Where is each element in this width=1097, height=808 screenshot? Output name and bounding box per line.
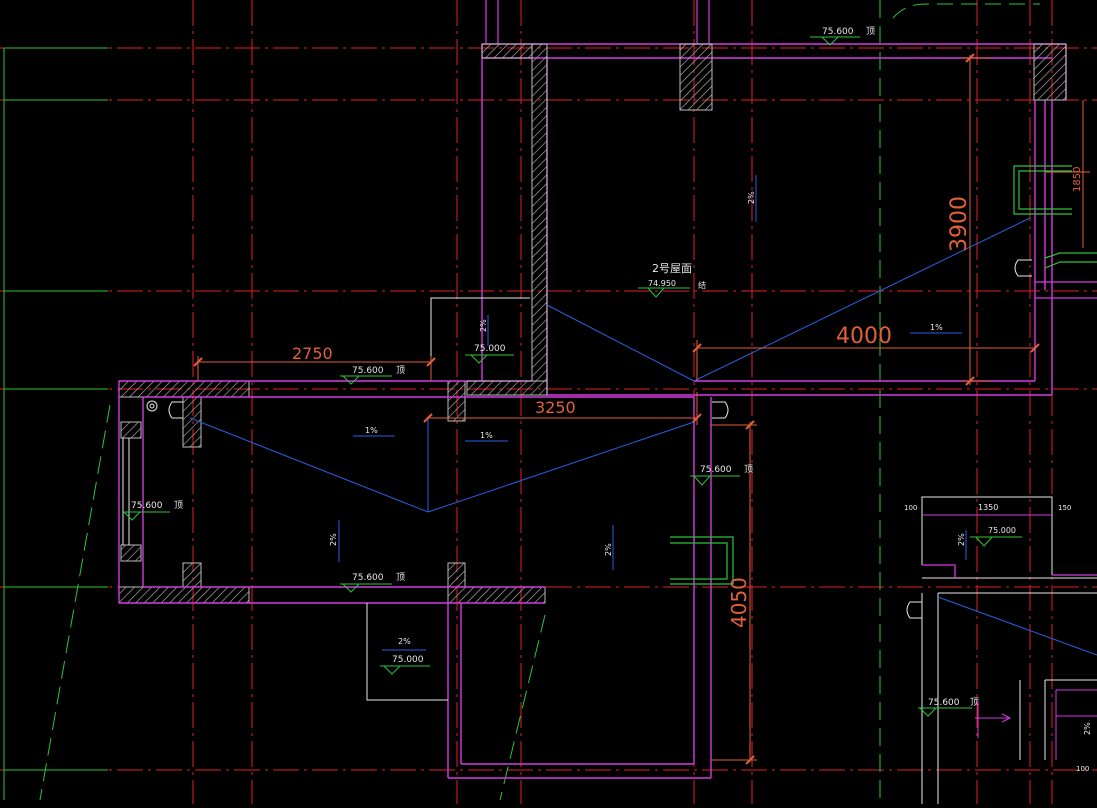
green-axis-lines bbox=[3, 0, 1040, 804]
roof-elevation: 74.950 bbox=[648, 279, 676, 288]
slope-middle-right: 2% bbox=[604, 543, 613, 556]
elevation-step-bottom: 75.000 bbox=[392, 655, 424, 665]
cad-canvas[interactable]: 2号屋面 74.950 结 75.600 顶 75.600 顶 75.000 7… bbox=[0, 0, 1097, 804]
elevation-suffix-bottom-parapet: 顶 bbox=[396, 572, 405, 583]
floor-plan-drawing: 2号屋面 74.950 结 75.600 顶 75.600 顶 75.000 7… bbox=[0, 0, 1097, 804]
white-outlines bbox=[366, 297, 1097, 804]
elevation-suffix-right-middle: 顶 bbox=[744, 464, 753, 475]
dimension-lines bbox=[197, 55, 1090, 762]
elevation-suffix-left-parapet: 顶 bbox=[396, 365, 405, 376]
elevation-markers bbox=[122, 36, 1022, 717]
roof-label: 2号屋面 bbox=[652, 262, 692, 275]
slope-top-room: 2% bbox=[747, 191, 756, 204]
dimension-ticks bbox=[193, 53, 1040, 765]
elevation-bottom-parapet: 75.600 bbox=[352, 573, 384, 583]
elevation-left-wall: 75.600 bbox=[131, 501, 163, 511]
elevation-suffix-left-wall: 顶 bbox=[174, 500, 183, 511]
elevation-step-left: 75.000 bbox=[474, 344, 506, 354]
dimension-4050: 4050 bbox=[727, 577, 751, 628]
dimension-3250: 3250 bbox=[535, 398, 576, 417]
scuppers bbox=[670, 165, 1097, 585]
slope-step: 2% bbox=[479, 319, 488, 332]
elevation-right-box: 75.000 bbox=[988, 526, 1016, 535]
slope-bottom-step: 2% bbox=[398, 637, 411, 646]
elevation-top-parapet: 75.600 bbox=[822, 27, 854, 37]
dimension-100-left: 100 bbox=[904, 504, 917, 512]
dimension-1850: 1850 bbox=[1072, 167, 1083, 192]
left-window bbox=[122, 438, 130, 545]
hatched-columns bbox=[118, 43, 1067, 604]
slope-left-2: 1% bbox=[480, 431, 493, 440]
dimension-3900: 3900 bbox=[947, 196, 972, 252]
elevation-bottom-right: 75.600 bbox=[928, 698, 960, 708]
dimension-1350: 1350 bbox=[978, 503, 998, 512]
dimension-100-bottom: 100 bbox=[1076, 765, 1089, 773]
slope-middle-left: 2% bbox=[329, 533, 338, 546]
elevation-left-parapet: 75.600 bbox=[352, 366, 384, 376]
right-box-walls bbox=[922, 564, 1097, 578]
elevation-right-middle: 75.600 bbox=[700, 465, 732, 475]
slope-left-1: 1% bbox=[365, 426, 378, 435]
upper-window-posts bbox=[485, 0, 710, 44]
dimension-150: 150 bbox=[1058, 504, 1071, 512]
upper-right-walls bbox=[467, 43, 1067, 396]
dimension-2750: 2750 bbox=[292, 344, 333, 363]
left-room-walls bbox=[118, 380, 712, 779]
slope-4000: 1% bbox=[930, 323, 943, 332]
drain-outlets bbox=[146, 259, 1032, 619]
roof-suffix: 结 bbox=[698, 280, 706, 290]
slope-right-box: 2% bbox=[957, 533, 966, 546]
elevation-suffix-top: 顶 bbox=[866, 26, 875, 37]
drain-arrow-icon bbox=[975, 700, 1012, 738]
slope-far-right: 2% bbox=[1083, 722, 1092, 735]
dimension-4000: 4000 bbox=[836, 324, 892, 349]
